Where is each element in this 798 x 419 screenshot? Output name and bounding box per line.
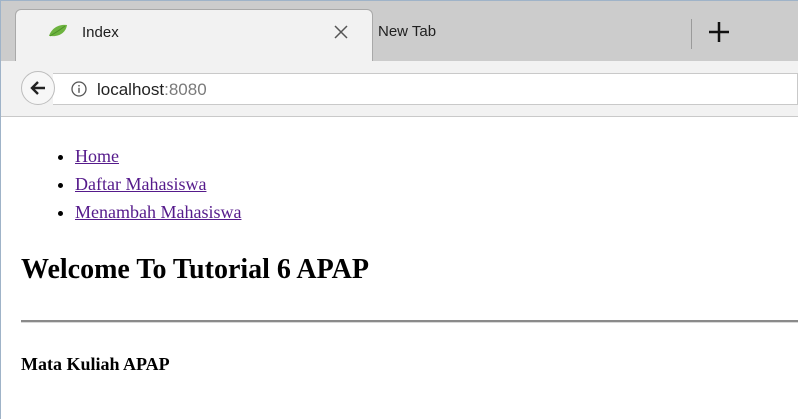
- url-text: localhost:8080: [97, 80, 207, 100]
- tab-strip: Index New Tab: [1, 1, 798, 62]
- tab-title: Index: [82, 24, 119, 41]
- nav-link-home[interactable]: Home: [75, 146, 119, 166]
- tab-index[interactable]: Index: [15, 9, 373, 62]
- browser-toolbar: localhost:8080: [1, 61, 798, 117]
- tab-title: New Tab: [378, 23, 437, 40]
- nav-item-menambah-mahasiswa: Menambah Mahasiswa: [75, 198, 241, 226]
- close-icon[interactable]: [332, 23, 350, 41]
- new-tab-plus-icon[interactable]: [707, 20, 731, 44]
- horizontal-rule: [21, 320, 798, 323]
- back-button[interactable]: [21, 71, 55, 105]
- nav-item-home: Home: [75, 142, 241, 170]
- spring-leaf-icon: [49, 24, 67, 37]
- url-port: :8080: [164, 80, 207, 99]
- nav-link-daftar-mahasiswa[interactable]: Daftar Mahasiswa: [75, 174, 206, 194]
- address-bar[interactable]: localhost:8080: [53, 73, 798, 105]
- back-arrow-icon: [30, 81, 45, 95]
- browser-window: Index New Tab localhost:8080 • Home • Da…: [0, 0, 798, 419]
- course-subheading: Mata Kuliah APAP: [21, 354, 170, 374]
- url-host: localhost: [97, 80, 165, 99]
- page-title: Welcome To Tutorial 6 APAP: [21, 254, 369, 285]
- nav-link-menambah-mahasiswa[interactable]: Menambah Mahasiswa: [75, 202, 241, 222]
- nav-list: Home Daftar Mahasiswa Menambah Mahasiswa: [49, 142, 241, 226]
- tab-new-tab[interactable]: New Tab: [373, 9, 693, 53]
- tab-divider: [691, 19, 692, 49]
- info-icon[interactable]: [71, 81, 87, 97]
- page-content: Home Daftar Mahasiswa Menambah Mahasiswa…: [1, 118, 798, 419]
- nav-item-daftar-mahasiswa: Daftar Mahasiswa: [75, 170, 241, 198]
